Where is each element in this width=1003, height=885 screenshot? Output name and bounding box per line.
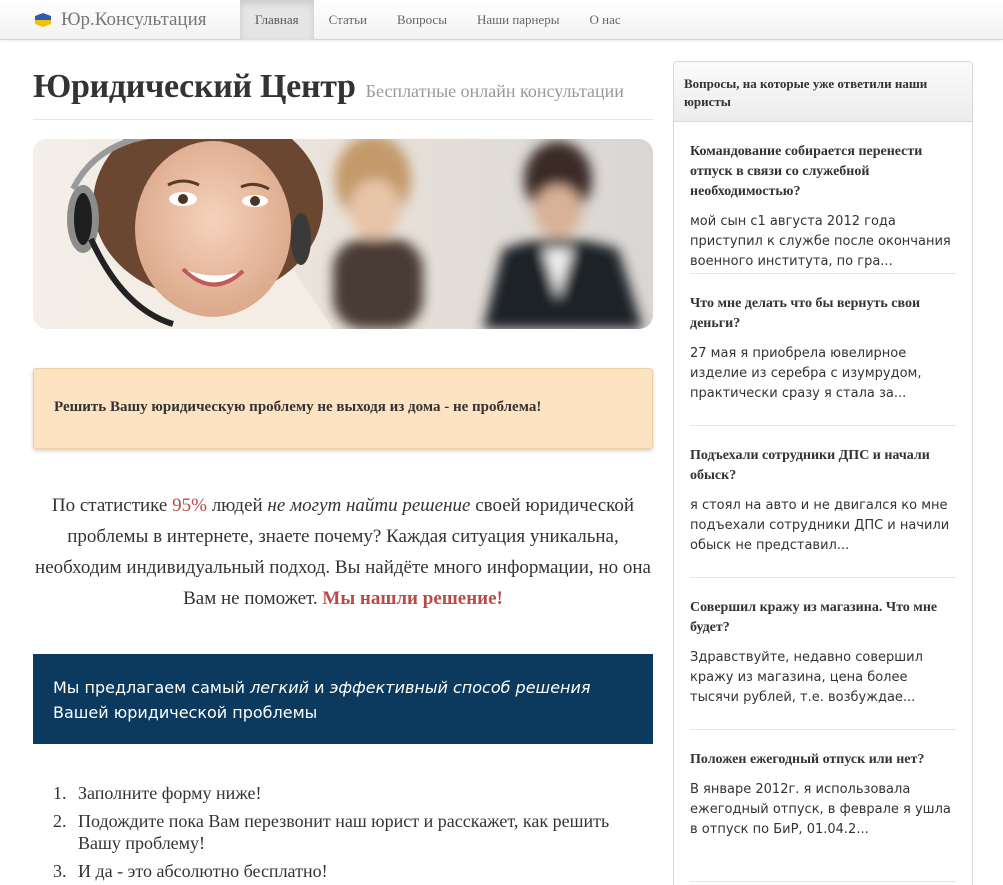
offer-banner: Мы предлагаем самый легкий и эффективный… bbox=[33, 654, 653, 744]
step-number: 3. bbox=[53, 861, 67, 881]
offer-text-3: Вашей юридической проблемы bbox=[53, 703, 318, 722]
stats-emphasis: не могут найти решение bbox=[267, 495, 471, 516]
question-item: Командование собирается перенести отпуск… bbox=[690, 122, 956, 274]
nav-item-articles[interactable]: Статьи bbox=[314, 0, 382, 40]
step-number: 2. bbox=[53, 811, 67, 831]
callout-text: Решить Вашу юридическую проблему не выхо… bbox=[54, 399, 542, 415]
step-item: 2. Подождите пока Вам перезвонит наш юрис… bbox=[53, 810, 653, 854]
question-list: Командование собирается перенести отпуск… bbox=[674, 122, 972, 882]
question-title-link[interactable]: Командование собирается перенести отпуск… bbox=[690, 142, 956, 202]
brand-name: Юр.Консультация bbox=[61, 9, 207, 30]
nav-item-questions[interactable]: Вопросы bbox=[382, 0, 462, 40]
question-title-link[interactable]: Подъехали сотрудники ДПС и начали обыск? bbox=[690, 446, 956, 486]
step-text: Заполните форму ниже! bbox=[78, 783, 262, 803]
question-item: Совершил кражу из магазина. Что мне буде… bbox=[690, 578, 956, 730]
offer-text-1: Мы предлагаем самый bbox=[53, 678, 251, 697]
step-text: Подождите пока Вам перезвонит наш юрист … bbox=[78, 811, 610, 853]
stats-percent: 95% bbox=[172, 495, 207, 516]
question-excerpt: В январе 2012г. я использовала ежегодный… bbox=[690, 782, 951, 837]
offer-text-2: и bbox=[309, 678, 330, 697]
question-item: Положен ежегодный отпуск или нет? В янва… bbox=[690, 730, 956, 882]
offer-emphasis-1: легкий bbox=[250, 678, 310, 697]
nav-item-partners[interactable]: Наши парнеры bbox=[462, 0, 575, 40]
page-title: Юридический Центр bbox=[33, 68, 356, 105]
answered-questions-sidebar: Вопросы, на которые уже ответили наши юр… bbox=[673, 61, 973, 885]
question-excerpt: мой сын с1 августа 2012 года приступил к… bbox=[690, 214, 951, 269]
sidebar-heading: Вопросы, на которые уже ответили наши юр… bbox=[674, 62, 972, 122]
question-excerpt: я стоял на авто и не двигался ко мне под… bbox=[690, 498, 950, 553]
question-item: Что мне делать что бы вернуть свои деньг… bbox=[690, 274, 956, 426]
step-item: 3. И да - это абсолютно бесплатно! bbox=[53, 860, 653, 882]
nav-item-about[interactable]: О нас bbox=[575, 0, 636, 40]
stats-text-1: По статистике bbox=[51, 495, 173, 516]
question-title-link[interactable]: Положен ежегодный отпуск или нет? bbox=[690, 750, 956, 770]
nav-item-home[interactable]: Главная bbox=[240, 0, 314, 40]
page-subtitle: Бесплатные онлайн консультации bbox=[365, 81, 624, 101]
step-number: 1. bbox=[53, 783, 67, 803]
ukraine-flag-icon bbox=[33, 13, 53, 27]
hero-banner-image bbox=[33, 139, 653, 329]
step-item: 1. Заполните форму ниже! bbox=[53, 782, 653, 804]
step-text: И да - это абсолютно бесплатно! bbox=[78, 861, 328, 881]
question-excerpt: 27 мая я приобрела ювелирное изделие из … bbox=[690, 346, 922, 401]
offer-emphasis-2: эффективный способ решения bbox=[329, 678, 591, 697]
stats-paragraph: По статистике 95% людей не могут найти р… bbox=[33, 490, 653, 614]
steps-list: 1. Заполните форму ниже! 2. Подождите пока… bbox=[53, 782, 653, 885]
question-title-link[interactable]: Совершил кражу из магазина. Что мне буде… bbox=[690, 598, 956, 638]
page-header: Юридический Центр Бесплатные онлайн конс… bbox=[33, 68, 653, 120]
stats-text-2: людей bbox=[206, 495, 268, 516]
brand-link[interactable]: Юр.Консультация bbox=[33, 0, 207, 40]
stats-solution: Мы нашли решение! bbox=[322, 588, 503, 609]
main-nav: Главная Статьи Вопросы Наши парнеры О на… bbox=[240, 0, 636, 40]
question-item: Подъехали сотрудники ДПС и начали обыск?… bbox=[690, 426, 956, 578]
question-excerpt: Здравствуйте, недавно совершил кражу из … bbox=[690, 650, 923, 705]
callout-box: Решить Вашу юридическую проблему не выхо… bbox=[33, 368, 653, 449]
question-title-link[interactable]: Что мне делать что бы вернуть свои деньг… bbox=[690, 294, 956, 334]
top-navbar: Юр.Консультация Главная Статьи Вопросы Н… bbox=[0, 0, 1003, 40]
